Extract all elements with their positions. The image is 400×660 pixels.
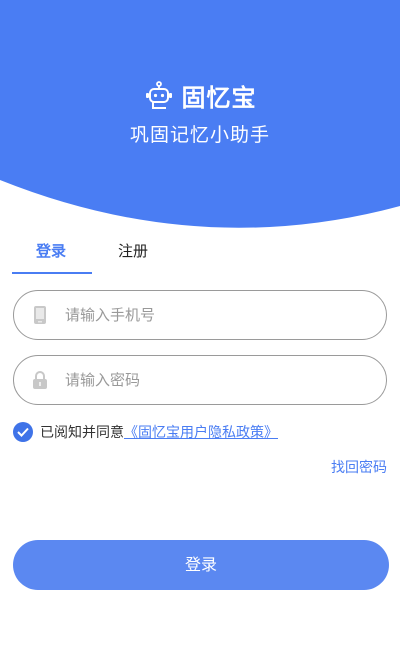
active-tab-indicator <box>12 272 92 274</box>
password-field[interactable] <box>13 355 387 405</box>
app-slogan: 巩固记忆小助手 <box>129 124 270 146</box>
header-background <box>0 0 400 228</box>
auth-tabs: 登录 注册 <box>0 232 400 276</box>
header-banner: 固忆宝 巩固记忆小助手 <box>0 0 400 232</box>
checkmark-icon <box>17 427 29 437</box>
lock-icon <box>31 370 49 390</box>
privacy-policy-link[interactable]: 《固忆宝用户隐私政策》 <box>124 422 278 442</box>
tab-login[interactable]: 登录 <box>36 240 66 261</box>
forgot-password-link[interactable]: 找回密码 <box>331 457 387 477</box>
agree-checkbox[interactable] <box>13 422 33 442</box>
robot-logo-icon <box>145 80 172 109</box>
password-input[interactable] <box>63 370 367 390</box>
app-name: 固忆宝 <box>181 84 257 112</box>
phone-input[interactable] <box>63 305 367 325</box>
agreement-row: 已阅知并同意 《固忆宝用户隐私政策》 <box>13 422 278 442</box>
brand: 固忆宝 <box>0 78 400 113</box>
phone-icon <box>31 305 49 325</box>
tab-register[interactable]: 注册 <box>118 240 148 261</box>
agreement-text: 已阅知并同意 <box>40 425 124 441</box>
phone-field[interactable] <box>13 290 387 340</box>
login-button[interactable]: 登录 <box>13 540 389 590</box>
